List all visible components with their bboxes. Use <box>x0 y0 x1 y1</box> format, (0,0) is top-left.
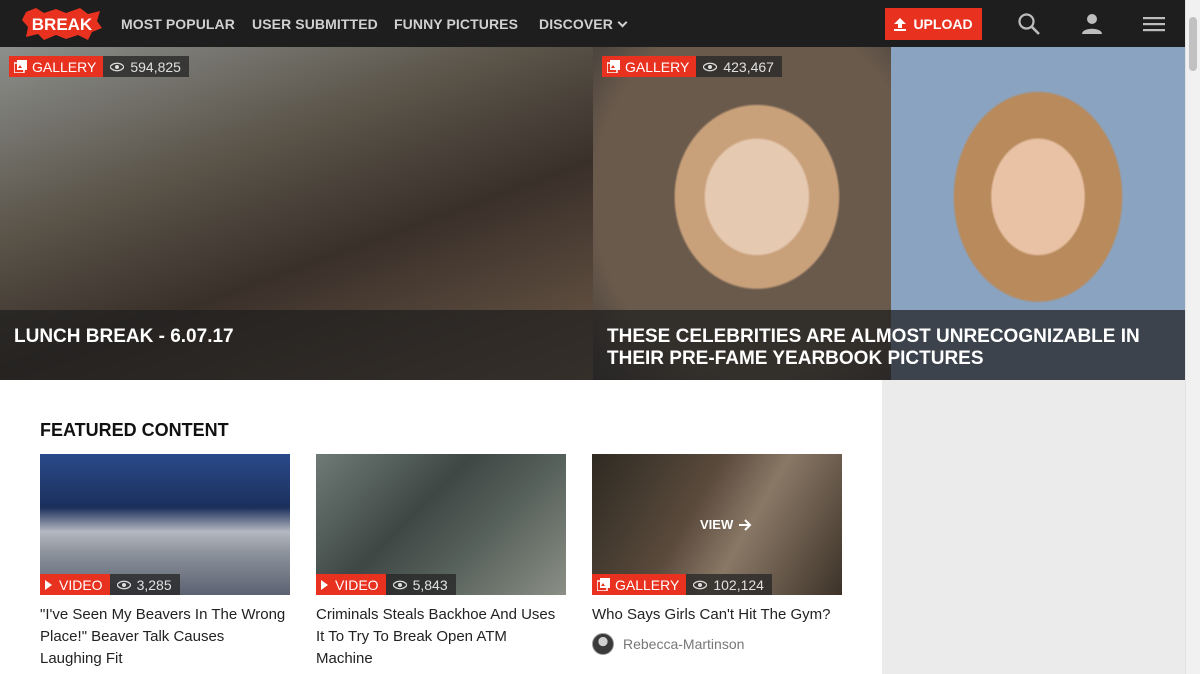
card-badges: GALLERY 102,124 <box>592 574 772 595</box>
featured-card: VIEW GALLERY 102,124 Who Says Girls Can'… <box>592 454 842 655</box>
card-title[interactable]: Who Says Girls Can't Hit The Gym? <box>592 604 842 626</box>
card-badges: VIDEO 3,285 <box>40 574 180 595</box>
view-count: 423,467 <box>696 56 782 77</box>
gallery-badge-label: GALLERY <box>32 58 97 75</box>
hero-title[interactable]: THESE CELEBRITIES ARE ALMOST UNRECOGNIZA… <box>607 326 1165 370</box>
video-badge-label: VIDEO <box>59 576 103 593</box>
gallery-icon <box>607 60 620 73</box>
card-title[interactable]: Criminals Steals Backhoe And Uses It To … <box>316 604 566 670</box>
play-icon <box>321 579 328 590</box>
featured-heading: FEATURED CONTENT <box>40 420 229 440</box>
nav-user-submitted[interactable]: USER SUBMITTED <box>252 16 378 32</box>
gallery-badge-label: GALLERY <box>625 58 690 75</box>
upload-button[interactable]: UPLOAD <box>885 8 982 40</box>
upload-icon <box>894 17 907 31</box>
view-count-value: 594,825 <box>130 58 181 75</box>
top-nav: BREAK MOST POPULAR USER SUBMITTED FUNNY … <box>0 0 1185 47</box>
eye-icon <box>116 580 131 589</box>
scrollbar-thumb[interactable] <box>1189 17 1197 71</box>
gallery-badge: GALLERY <box>9 56 104 77</box>
video-badge: VIDEO <box>316 574 386 595</box>
hero-caption: THESE CELEBRITIES ARE ALMOST UNRECOGNIZA… <box>593 310 1185 380</box>
menu-icon[interactable] <box>1142 12 1166 36</box>
view-count-value: 3,285 <box>136 576 172 593</box>
sidebar-ad-area <box>882 380 1185 674</box>
video-badge-label: VIDEO <box>335 576 379 593</box>
view-count: 594,825 <box>103 56 189 77</box>
card-thumbnail[interactable]: VIDEO 3,285 <box>40 454 290 595</box>
play-icon <box>45 579 52 590</box>
chevron-down-icon <box>617 17 628 28</box>
hero-caption: LUNCH BREAK - 6.07.17 <box>0 310 593 380</box>
scrollbar[interactable] <box>1185 0 1200 674</box>
eye-icon <box>703 62 718 71</box>
view-count: 102,124 <box>686 574 772 595</box>
card-thumbnail[interactable]: VIEW GALLERY 102,124 <box>592 454 842 595</box>
gallery-badge-label: GALLERY <box>615 576 680 593</box>
nav-most-popular[interactable]: MOST POPULAR <box>121 16 235 32</box>
hero-card-celebrities[interactable]: GALLERY 423,467 THESE CELEBRITIES ARE AL… <box>593 47 1185 380</box>
gallery-icon <box>597 578 610 591</box>
gallery-badge: GALLERY <box>592 574 687 595</box>
nav-funny-pictures[interactable]: FUNNY PICTURES <box>394 16 518 32</box>
video-badge: VIDEO <box>40 574 110 595</box>
break-logo[interactable]: BREAK <box>22 8 102 40</box>
upload-label: UPLOAD <box>913 16 973 32</box>
hero-badges: GALLERY 594,825 <box>9 56 189 77</box>
featured-card: VIDEO 3,285 "I've Seen My Beavers In The… <box>40 454 290 670</box>
featured-card: VIDEO 5,843 Criminals Steals Backhoe And… <box>316 454 566 670</box>
gallery-badge: GALLERY <box>602 56 697 77</box>
view-overlay-label: VIEW <box>700 517 734 532</box>
eye-icon <box>110 62 125 71</box>
nav-discover-label: DISCOVER <box>539 16 613 32</box>
eye-icon <box>392 580 407 589</box>
hero-card-lunch-break[interactable]: GALLERY 594,825 LUNCH BREAK - 6.07.17 <box>0 47 593 380</box>
user-icon[interactable] <box>1080 12 1104 36</box>
view-count-value: 423,467 <box>723 58 774 75</box>
gallery-icon <box>14 60 27 73</box>
card-thumbnail[interactable]: VIDEO 5,843 <box>316 454 566 595</box>
author-name[interactable]: Rebecca-Martinson <box>623 636 744 652</box>
hero-title[interactable]: LUNCH BREAK - 6.07.17 <box>14 326 573 348</box>
view-count-value: 102,124 <box>713 576 764 593</box>
nav-discover[interactable]: DISCOVER <box>539 16 628 32</box>
hero-badges: GALLERY 423,467 <box>602 56 782 77</box>
eye-icon <box>693 580 708 589</box>
logo-text: BREAK <box>32 15 93 34</box>
view-count: 5,843 <box>385 574 456 595</box>
author-row: Rebecca-Martinson <box>592 633 842 655</box>
search-icon[interactable] <box>1017 12 1041 36</box>
view-count-value: 5,843 <box>412 576 448 593</box>
avatar[interactable] <box>592 633 614 655</box>
card-title[interactable]: "I've Seen My Beavers In The Wrong Place… <box>40 604 290 670</box>
view-count: 3,285 <box>109 574 180 595</box>
arrow-right-icon <box>739 518 752 531</box>
view-overlay-link[interactable]: VIEW <box>700 517 752 532</box>
card-badges: VIDEO 5,843 <box>316 574 456 595</box>
